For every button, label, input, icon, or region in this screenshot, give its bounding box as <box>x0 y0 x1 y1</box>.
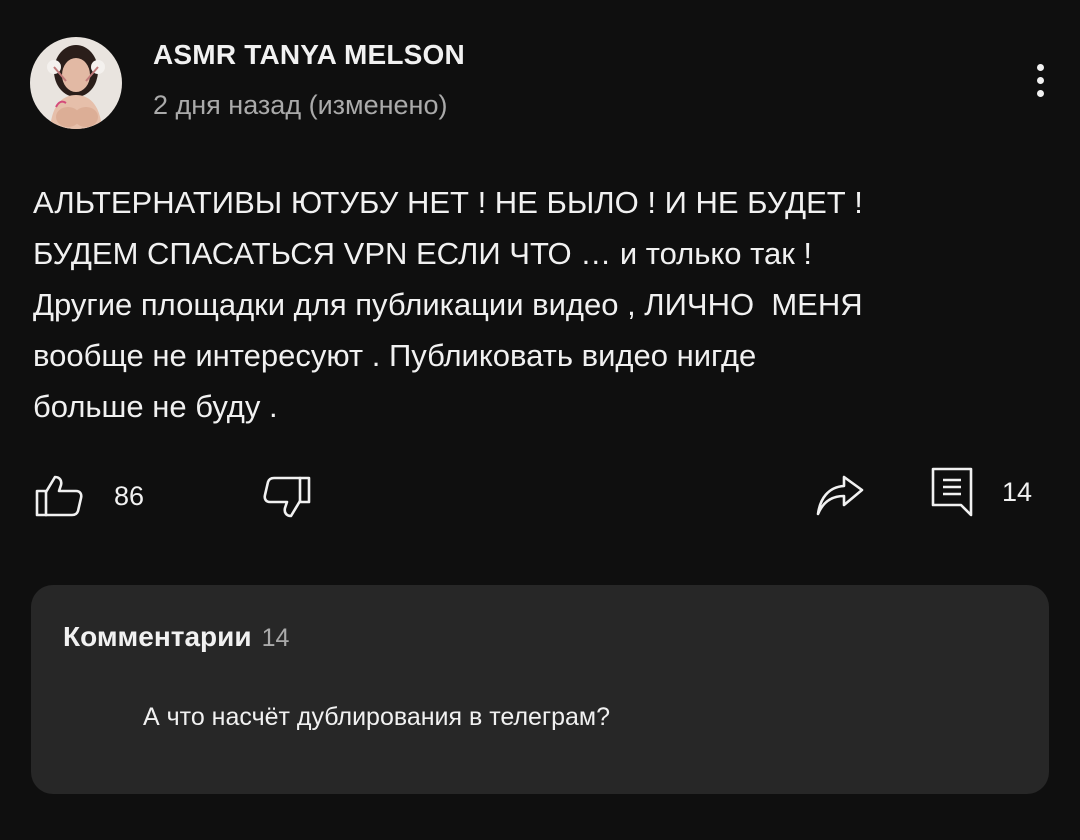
share-icon <box>816 475 864 516</box>
like-count: 86 <box>114 480 145 511</box>
dislike-button[interactable] <box>262 475 312 519</box>
post-timestamp: 2 дня назад (изменено) <box>153 90 448 120</box>
more-vert-icon-dot <box>1036 76 1044 84</box>
post-text-line: АЛЬТЕРНАТИВЫ ЮТУБУ НЕТ ! НЕ БЫЛО ! И НЕ … <box>33 185 863 220</box>
thumbs-down-icon <box>263 476 311 518</box>
comment-preview: А что насчёт дублирования в телеграм? <box>143 703 610 731</box>
avatar[interactable] <box>30 37 122 129</box>
comments-header: Комментарии 14 <box>63 621 289 653</box>
thumbs-up-icon <box>35 475 83 517</box>
channel-name[interactable]: ASMR TANYA MELSON <box>153 39 465 71</box>
avatar-image <box>30 37 122 129</box>
more-vert-icon-dot <box>1036 89 1044 97</box>
like-button[interactable]: 86 <box>34 474 144 518</box>
comment-count: 14 <box>1002 476 1033 507</box>
more-vert-icon <box>1036 63 1044 71</box>
post-text: АЛЬТЕРНАТИВЫ ЮТУБУ НЕТ ! НЕ БЫЛО ! И НЕ … <box>33 177 1043 432</box>
post-text-line: вообще не интересуют . Публиковать видео… <box>33 338 757 373</box>
comments-title: Комментарии <box>63 621 252 652</box>
share-button[interactable] <box>815 474 865 518</box>
comments-count: 14 <box>261 624 290 652</box>
comments-button[interactable]: 14 <box>930 466 1032 518</box>
post-text-line: БУДЕМ СПАСАТЬСЯ VPN ЕСЛИ ЧТО … и только … <box>33 236 813 271</box>
comments-panel[interactable]: Комментарии 14 А что насчёт дублирования … <box>31 585 1049 794</box>
more-options-button[interactable] <box>1018 55 1062 105</box>
post-text-line: больше не буду . <box>33 389 278 424</box>
comment-icon <box>931 467 973 517</box>
post-text-line: Другие площадки для публикации видео , Л… <box>33 287 863 322</box>
